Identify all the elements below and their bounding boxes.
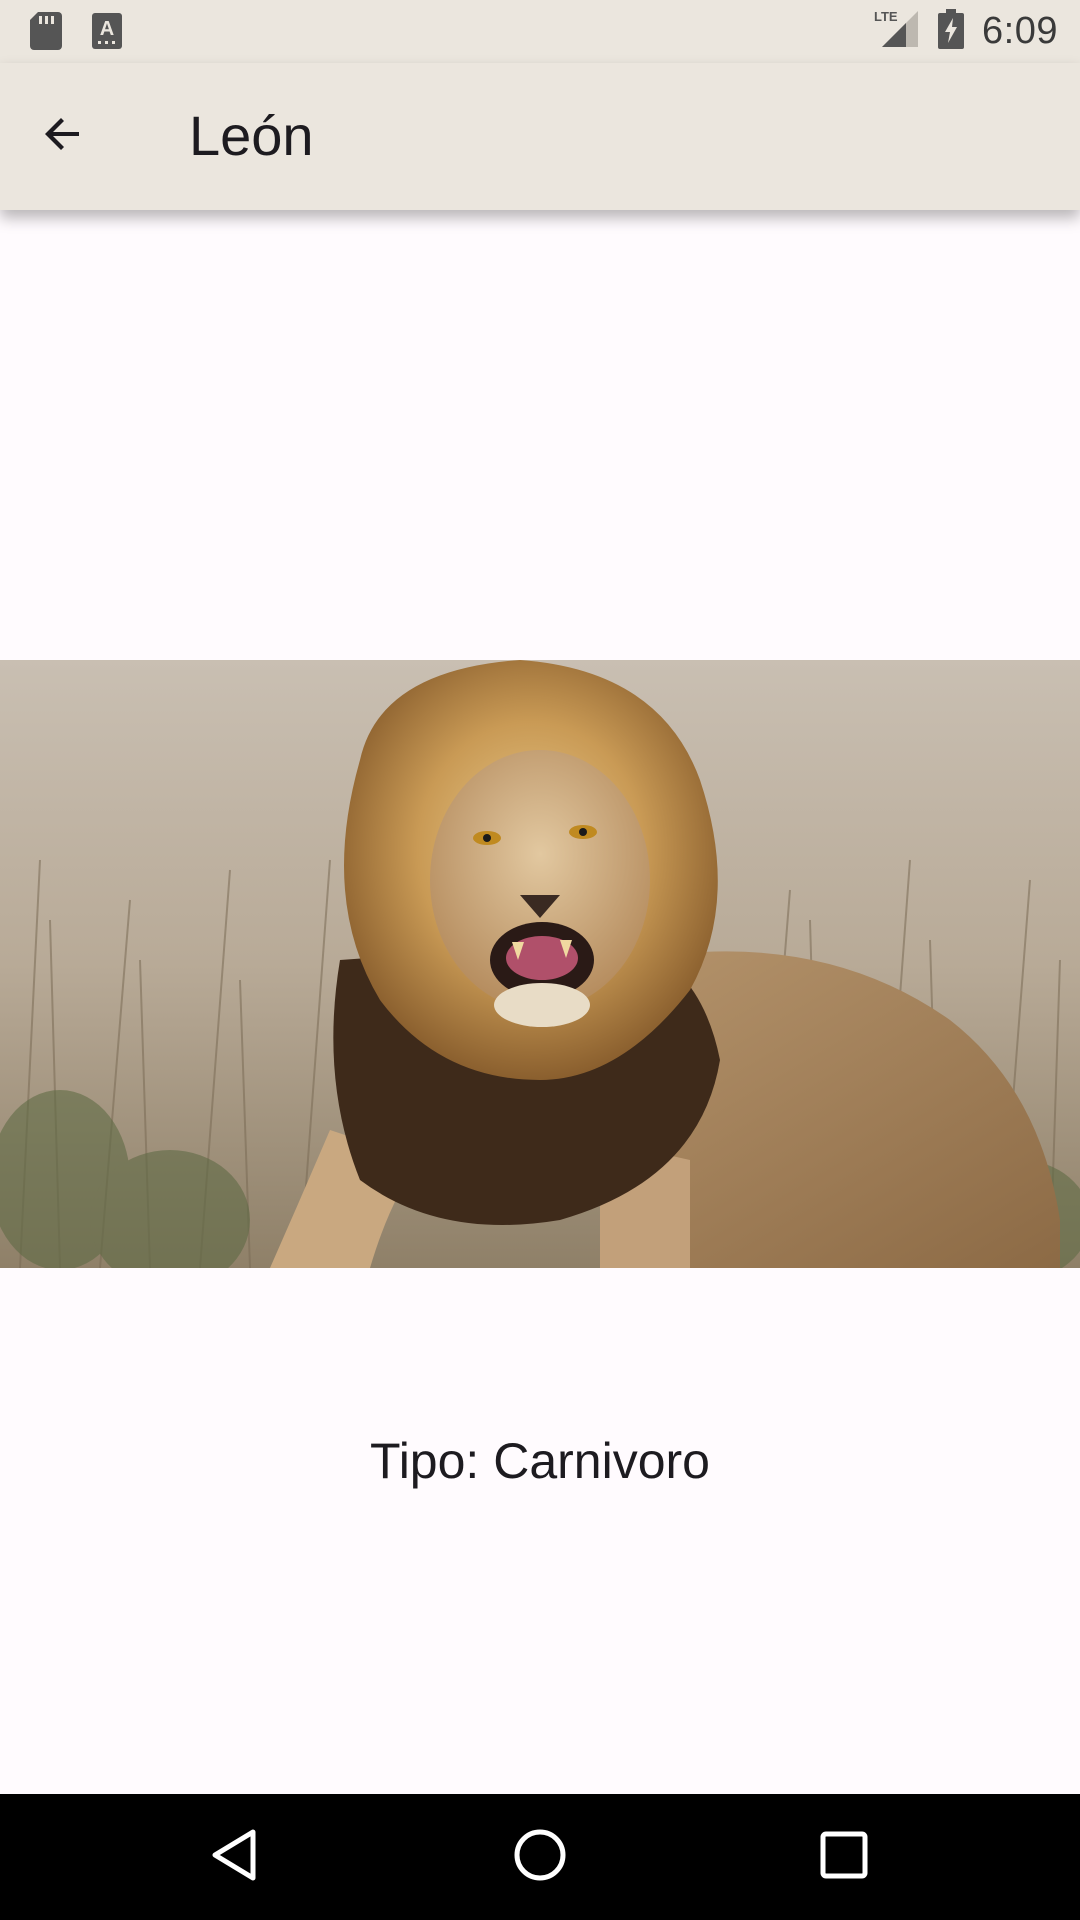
battery-charging-icon <box>938 8 965 54</box>
status-right-icons: LTE 6:09 <box>872 6 1058 56</box>
status-bar: A LTE 6:09 <box>0 0 1080 63</box>
lte-signal-icon: LTE <box>872 9 920 54</box>
keyboard-a-icon: A <box>92 13 122 54</box>
sd-card-icon <box>30 12 62 55</box>
page-title: León <box>189 104 314 167</box>
recents-square-icon <box>819 1830 869 1885</box>
status-time: 6:09 <box>982 9 1058 52</box>
animal-photo <box>0 660 1080 1268</box>
animal-type-text: Tipo: Carnivoro <box>370 1433 710 1489</box>
arrow-back-icon <box>39 110 87 163</box>
nav-back-button[interactable] <box>200 1822 270 1892</box>
svg-text:LTE: LTE <box>874 9 898 24</box>
nav-recents-button[interactable] <box>809 1822 879 1892</box>
status-left-icons: A <box>30 12 122 55</box>
screen: A LTE 6:09 León Tipo: Carnivoro <box>0 0 1080 1920</box>
home-circle-icon <box>513 1828 567 1887</box>
svg-text:A: A <box>100 18 114 40</box>
nav-home-button[interactable] <box>505 1822 575 1892</box>
back-button[interactable] <box>30 103 96 169</box>
app-bar: León <box>0 63 1080 210</box>
back-triangle-icon <box>211 1828 259 1887</box>
system-nav-bar <box>0 1794 1080 1920</box>
